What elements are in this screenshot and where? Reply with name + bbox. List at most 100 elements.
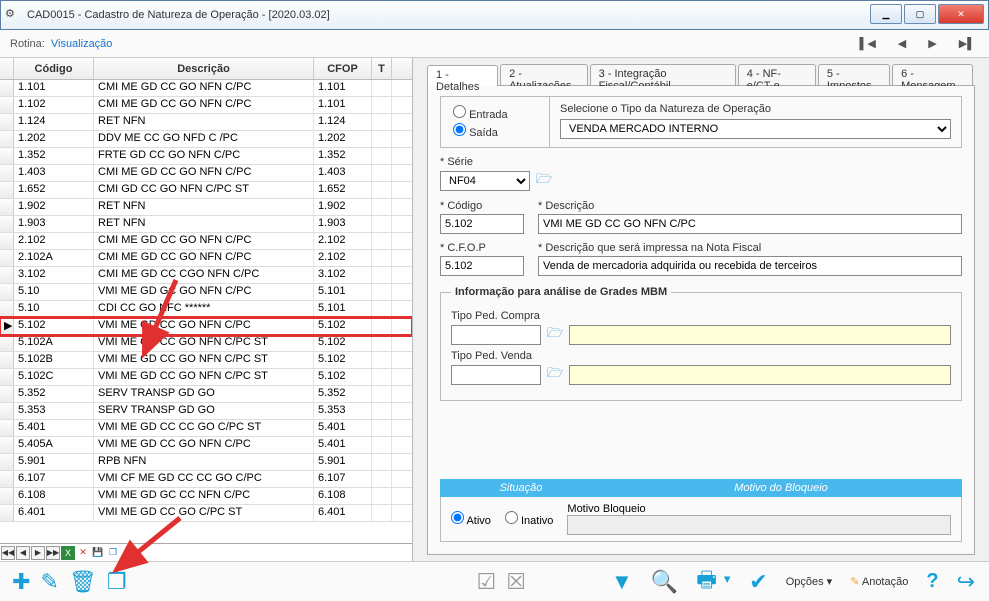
table-row[interactable]: 6.401VMI ME GD CC GO C/PC ST6.401 [0, 505, 412, 522]
mbm-legend: Informação para análise de Grades MBM [451, 286, 671, 298]
filter-icon[interactable]: ▼ [611, 569, 633, 595]
new-icon[interactable]: ✚ [12, 569, 30, 595]
table-row[interactable]: 1.102CMI ME GD CC GO NFN C/PC1.101 [0, 97, 412, 114]
table-row[interactable]: 5.102CVMI ME GD CC GO NFN C/PC ST5.102 [0, 369, 412, 386]
folder-icon[interactable]: 🗁 [547, 364, 563, 386]
radio-inativo[interactable]: Inativo [505, 511, 553, 527]
grid-prev-button[interactable]: ◀ [16, 546, 30, 560]
table-row[interactable]: 6.107VMI CF ME GD CC CC GO C/PC6.107 [0, 471, 412, 488]
cfop-label: * C.F.O.P [440, 242, 528, 254]
tab-detalhes[interactable]: 1 - Detalhes [427, 65, 498, 86]
tipo-natureza-select[interactable]: VENDA MERCADO INTERNO [560, 119, 951, 139]
table-row[interactable]: 3.102CMI ME GD CC CGO NFN C/PC3.102 [0, 267, 412, 284]
tipo-ped-venda-desc[interactable] [569, 365, 951, 385]
excel-icon[interactable]: X [61, 546, 75, 560]
table-row[interactable]: 1.403CMI ME GD CC GO NFN C/PC1.403 [0, 165, 412, 182]
table-row[interactable]: 5.352SERV TRANSP GD GO5.352 [0, 386, 412, 403]
window-title: CAD0015 - Cadastro de Natureza de Operaç… [27, 9, 330, 21]
grid-panel: Código Descrição CFOP T 1.101CMI ME GD C… [0, 58, 413, 561]
descnf-input[interactable] [538, 256, 962, 276]
table-row[interactable]: 5.901RPB NFN5.901 [0, 454, 412, 471]
cfop-input[interactable] [440, 256, 524, 276]
grid-copy-icon[interactable]: ❐ [106, 546, 120, 560]
grid-next-button[interactable]: ▶ [31, 546, 45, 560]
situacao-header: Situação [441, 480, 601, 496]
grid-close-icon[interactable]: ✕ [76, 546, 90, 560]
check-icon[interactable]: ✔ [749, 569, 767, 595]
nav-prev-icon[interactable]: ◀ [898, 37, 906, 50]
maximize-button[interactable]: ▢ [904, 4, 936, 24]
table-row[interactable]: 1.652CMI GD CC GO NFN C/PC ST1.652 [0, 182, 412, 199]
tab-atualizacoes[interactable]: 2 - Atualizações [500, 64, 588, 85]
opcoes-dropdown[interactable]: Opções ▾ [786, 575, 833, 588]
serie-select[interactable]: NF04 [440, 171, 530, 191]
table-row[interactable]: 2.102CMI ME GD CC GO NFN C/PC2.102 [0, 233, 412, 250]
radio-ativo[interactable]: Ativo [451, 511, 491, 527]
grid-first-button[interactable]: ◀◀ [1, 546, 15, 560]
cancel-icon[interactable]: ☒ [506, 569, 526, 595]
detail-panel: Entrada Saída Selecione o Tipo da Nature… [427, 86, 975, 555]
table-row[interactable]: 5.102BVMI ME GD CC GO NFN C/PC ST5.102 [0, 352, 412, 369]
table-row[interactable]: 1.902RET NFN1.902 [0, 199, 412, 216]
confirm-icon[interactable]: ☑ [477, 569, 497, 595]
tab-integracao[interactable]: 3 - Integração Fiscal/Contábil [590, 64, 736, 85]
edit-icon[interactable]: ✎ [40, 569, 58, 595]
codigo-label: * Código [440, 200, 528, 212]
table-row[interactable]: 5.405AVMI ME GD CC GO NFN C/PC5.401 [0, 437, 412, 454]
table-row[interactable]: 1.903RET NFN1.903 [0, 216, 412, 233]
grid-refresh-icon[interactable]: ↻ [121, 546, 135, 560]
codigo-input[interactable] [440, 214, 524, 234]
radio-entrada[interactable]: Entrada [453, 105, 537, 121]
grid-last-button[interactable]: ▶▶ [46, 546, 60, 560]
entrada-saida-group: Entrada Saída [440, 96, 550, 148]
table-row[interactable]: 1.101CMI ME GD CC GO NFN C/PC1.101 [0, 80, 412, 97]
descricao-input[interactable] [538, 214, 962, 234]
col-t[interactable]: T [372, 58, 392, 79]
tab-nfe[interactable]: 4 - NF-e/CT-e [738, 64, 816, 85]
tab-mensagem[interactable]: 6 - Mensagem [892, 64, 973, 85]
serie-label: * Série [440, 156, 962, 168]
radio-saida[interactable]: Saída [453, 123, 537, 139]
tipo-ped-compra-desc[interactable] [569, 325, 951, 345]
table-row[interactable]: 1.124RET NFN1.124 [0, 114, 412, 131]
table-row[interactable]: 2.102ACMI ME GD CC GO NFN C/PC2.102 [0, 250, 412, 267]
folder-icon[interactable]: 🗁 [536, 170, 552, 192]
exit-icon[interactable]: ↪ [957, 569, 975, 595]
col-cfop[interactable]: CFOP [314, 58, 372, 79]
nav-last-icon[interactable]: ▶▌ [959, 37, 975, 50]
grid-save-icon[interactable]: 💾 [91, 546, 105, 560]
minimize-button[interactable]: ▁ [870, 4, 902, 24]
col-descricao[interactable]: Descrição [94, 58, 314, 79]
table-row[interactable]: 5.10VMI ME GD GC GO NFN C/PC5.101 [0, 284, 412, 301]
motivo-bloqueio-input[interactable] [567, 515, 951, 535]
table-row[interactable]: 6.108VMI ME GD GC CC NFN C/PC6.108 [0, 488, 412, 505]
status-header: Situação Motivo do Bloqueio [440, 479, 962, 497]
table-row[interactable]: 5.353SERV TRANSP GD GO5.353 [0, 403, 412, 420]
copy-icon[interactable]: ❐ [107, 569, 127, 595]
col-codigo[interactable]: Código [14, 58, 94, 79]
visualizacao-link[interactable]: Visualização [51, 38, 113, 50]
tipo-ped-venda-label: Tipo Ped. Venda [451, 350, 951, 362]
search-icon[interactable]: 🔍 [651, 569, 678, 595]
table-row[interactable]: 1.352FRTE GD CC GO NFN C/PC1.352 [0, 148, 412, 165]
table-row[interactable]: 5.10CDI CC GO NFC ******5.101 [0, 301, 412, 318]
sub-bar: Rotina: Visualização ▌◀ ◀ ▶ ▶▌ [0, 30, 989, 58]
tipo-ped-compra-code[interactable] [451, 325, 541, 345]
delete-icon[interactable]: 🗑 [69, 569, 97, 595]
table-row[interactable]: 5.401VMI ME GD CC CC GO C/PC ST5.401 [0, 420, 412, 437]
nav-first-icon[interactable]: ▌◀ [860, 37, 876, 50]
anotacao-button[interactable]: ✎ Anotação [850, 575, 908, 588]
table-row[interactable]: ▶5.102VMI ME GD CC GO NFN C/PC5.102 [0, 318, 412, 335]
grid-body[interactable]: 1.101CMI ME GD CC GO NFN C/PC1.1011.102C… [0, 80, 412, 543]
folder-icon[interactable]: 🗁 [547, 324, 563, 346]
grid-footer: ◀◀ ◀ ▶ ▶▶ X ✕ 💾 ❐ ↻ [0, 543, 412, 561]
nav-next-icon[interactable]: ▶ [928, 37, 936, 50]
tab-impostos[interactable]: 5 - Impostos [818, 64, 890, 85]
tipo-ped-venda-code[interactable] [451, 365, 541, 385]
motivo-header: Motivo do Bloqueio [601, 480, 961, 496]
close-button[interactable]: ✕ [938, 4, 984, 24]
table-row[interactable]: 1.202DDV ME CC GO NFD C /PC1.202 [0, 131, 412, 148]
table-row[interactable]: 5.102AVMI ME GD CC GO NFN C/PC ST5.102 [0, 335, 412, 352]
print-icon[interactable]: 🖶 ▾ [696, 563, 731, 601]
help-icon[interactable]: ? [926, 570, 938, 593]
